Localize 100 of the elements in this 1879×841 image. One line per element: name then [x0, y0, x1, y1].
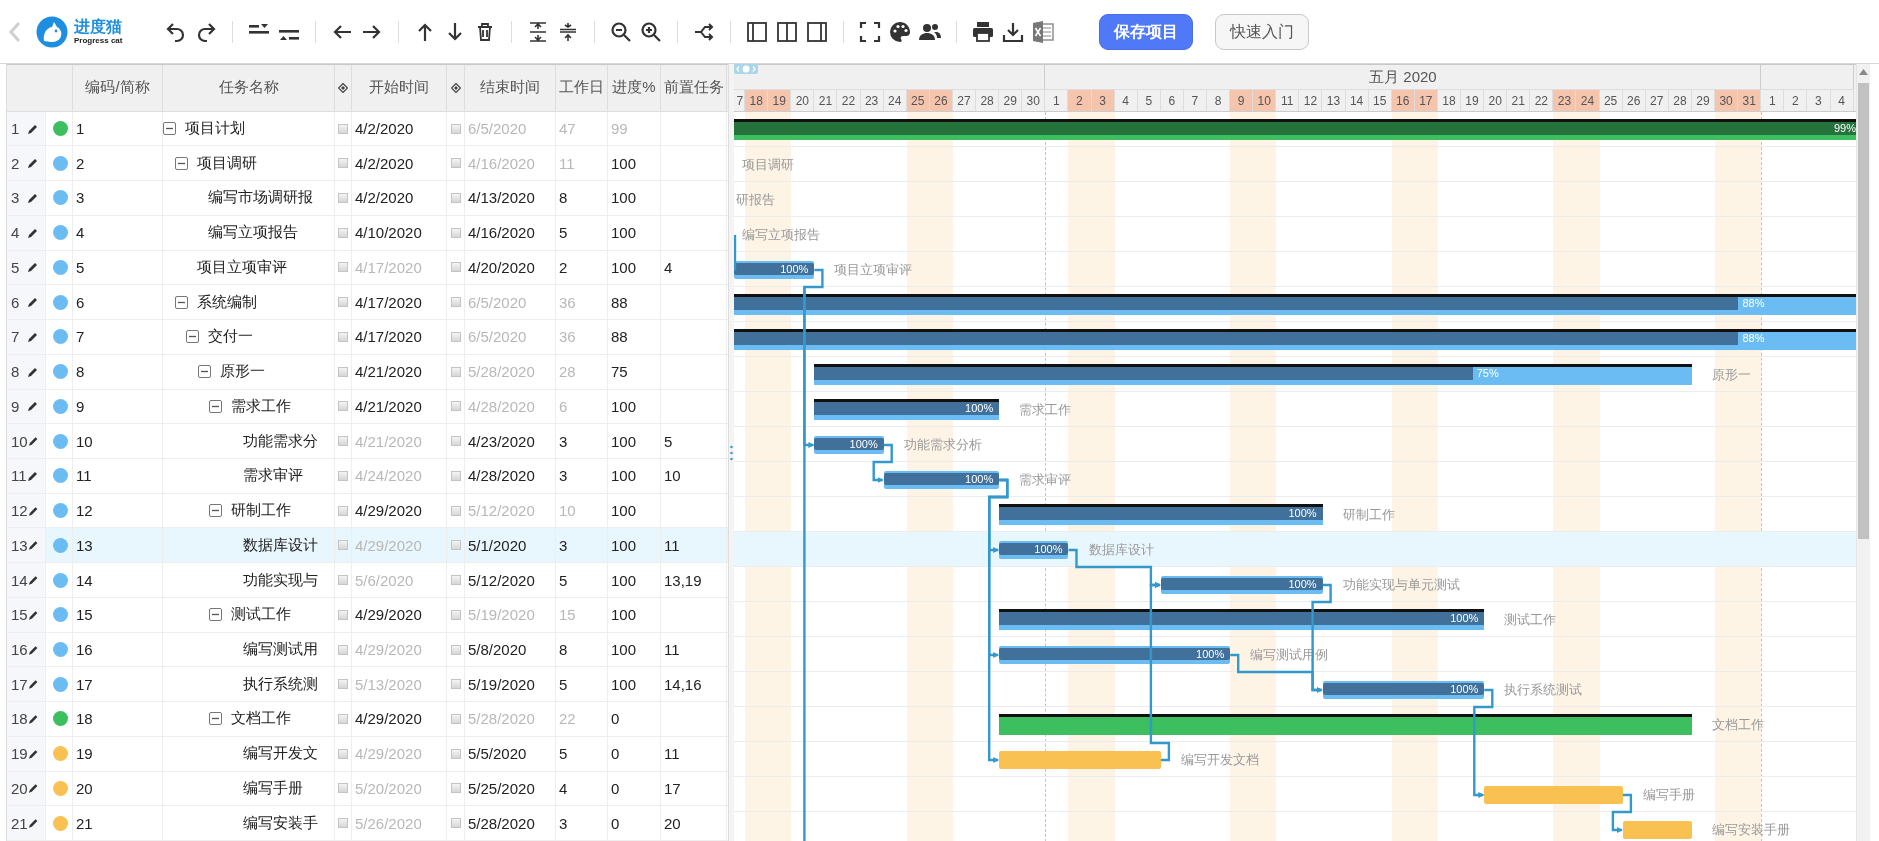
fullscreen-icon[interactable] [858, 19, 883, 44]
pencil-icon[interactable] [27, 435, 39, 448]
checkbox[interactable] [450, 436, 461, 447]
table-row[interactable]: 11 11 需求审评 4/24/2020 4/28/2020 3 100 10 [7, 459, 728, 494]
table-row[interactable]: 6 6 系统编制 4/17/2020 6/5/2020 36 88 [7, 285, 728, 321]
checkbox[interactable] [338, 297, 348, 308]
pencil-icon[interactable] [27, 365, 39, 378]
gantt-row[interactable]: 文档工作 [734, 707, 1856, 742]
checkbox[interactable] [450, 505, 461, 516]
summary-bar[interactable]: 100% [999, 504, 1323, 525]
checkbox[interactable] [450, 540, 461, 551]
minus-box-icon[interactable] [186, 330, 199, 344]
checkbox[interactable] [338, 123, 348, 134]
minus-box-icon[interactable] [209, 399, 222, 413]
gantt-row[interactable]: 编写开发文档 [734, 742, 1856, 777]
layout-right-panel-icon[interactable] [805, 19, 830, 44]
minus-box-icon[interactable] [163, 122, 176, 135]
table-row[interactable]: 5 5 项目立项审评 4/17/2020 4/20/2020 2 100 4 [7, 250, 728, 286]
pencil-icon[interactable] [27, 539, 39, 552]
gantt-row[interactable]: 99% [734, 112, 1856, 147]
column-header[interactable]: 前置任务 [663, 78, 724, 98]
scrollbar[interactable] [1856, 64, 1870, 841]
checkbox[interactable] [338, 575, 348, 586]
checkbox[interactable] [338, 262, 348, 273]
table-row[interactable]: 19 19 编写开发文 4/29/2020 5/5/2020 5 0 11 [7, 736, 728, 772]
minus-box-icon[interactable] [174, 156, 188, 170]
column-header[interactable]: 工作日 [559, 78, 604, 98]
table-row[interactable]: 15 15 测试工作 4/29/2020 5/19/2020 15 100 [7, 597, 728, 633]
checkbox[interactable] [450, 714, 461, 724]
gantt-row[interactable]: 100% 执行系统测试 [734, 672, 1856, 707]
column-header[interactable]: 任务名称 [218, 78, 279, 98]
minus-box-icon[interactable] [209, 712, 222, 726]
checkbox[interactable] [338, 192, 348, 203]
summary-bar[interactable] [999, 714, 1693, 735]
pencil-icon[interactable] [27, 782, 39, 795]
pencil-icon[interactable] [27, 678, 39, 691]
minus-box-icon[interactable] [174, 295, 188, 309]
checkbox[interactable] [338, 818, 348, 829]
checkbox[interactable] [338, 401, 348, 412]
task-bar[interactable]: 100% [999, 646, 1231, 664]
table-row[interactable]: 3 3 编写市场调研报 4/2/2020 4/13/2020 8 100 [7, 181, 728, 216]
table-row[interactable]: 16 16 编写测试用 4/29/2020 5/8/2020 8 100 11 [7, 632, 728, 668]
pencil-icon[interactable] [27, 157, 39, 170]
checkbox[interactable] [450, 331, 461, 342]
checkbox[interactable] [338, 158, 348, 169]
pencil-icon[interactable] [27, 504, 39, 517]
pencil-icon[interactable] [27, 469, 39, 482]
checkbox[interactable] [338, 644, 348, 655]
gantt-row[interactable]: 100% 项目立项审评 [734, 252, 1856, 287]
checkbox[interactable] [450, 783, 461, 794]
column-header[interactable]: 结束时间 [480, 78, 540, 98]
minus-box-icon[interactable] [197, 365, 211, 379]
pencil-icon[interactable] [27, 608, 39, 621]
palette-icon[interactable] [888, 19, 913, 44]
pencil-icon[interactable] [27, 261, 39, 274]
task-bar[interactable]: 100% [814, 436, 884, 454]
checkbox[interactable] [338, 470, 348, 481]
checkbox[interactable] [338, 714, 348, 724]
pencil-icon[interactable] [27, 191, 39, 204]
task-bar[interactable]: 100% [1160, 576, 1323, 594]
table-row[interactable]: 9 9 需求工作 4/21/2020 4/28/2020 6 100 [7, 389, 728, 425]
checkbox[interactable] [450, 470, 461, 481]
column-header[interactable]: 编码/简称 [85, 78, 150, 98]
spreadsheet-icon[interactable] [1031, 19, 1056, 44]
checkbox[interactable] [450, 679, 461, 690]
table-row[interactable]: 13 13 数据库设计 4/29/2020 5/1/2020 3 100 11 [7, 528, 728, 564]
diamond-icon[interactable] [450, 82, 461, 93]
layout-left-panel-icon[interactable] [745, 19, 770, 44]
checkbox[interactable] [338, 540, 348, 551]
task-bar[interactable]: 100% [734, 261, 815, 279]
table-row[interactable]: 8 8 原形一 4/21/2020 5/28/2020 28 75 [7, 354, 728, 390]
checkbox[interactable] [338, 366, 348, 377]
checkbox[interactable] [450, 401, 461, 412]
table-row[interactable]: 17 17 执行系统测 5/13/2020 5/19/2020 5 100 14,16 [7, 667, 728, 703]
checkbox[interactable] [450, 297, 461, 308]
pencil-icon[interactable] [27, 226, 39, 239]
checkbox[interactable] [450, 227, 461, 238]
gantt-row[interactable]: 编写手册 [734, 777, 1856, 812]
checkbox[interactable] [450, 644, 461, 655]
diamond-icon[interactable] [338, 82, 348, 93]
table-row[interactable]: 14 14 功能实现与 5/6/2020 5/12/2020 5 100 13,19 [7, 563, 728, 598]
table-row[interactable]: 1 1 项目计划 4/2/2020 6/5/2020 47 99 [7, 111, 728, 147]
scrollbar-thumb[interactable] [1858, 83, 1869, 539]
gantt-row[interactable]: 100% 数据库设计 [734, 532, 1856, 567]
pencil-icon[interactable] [27, 643, 39, 656]
checkbox[interactable] [338, 331, 348, 342]
checkbox[interactable] [338, 783, 348, 794]
summary-bar[interactable]: 99% [734, 119, 1856, 140]
pencil-icon[interactable] [27, 122, 39, 135]
table-row[interactable]: 18 18 文档工作 4/29/2020 5/28/2020 22 0 [7, 702, 728, 737]
pencil-icon[interactable] [27, 400, 39, 413]
checkbox[interactable] [450, 748, 461, 759]
grip-icon[interactable] [730, 444, 733, 461]
pencil-icon[interactable] [27, 574, 39, 587]
table-row[interactable]: 21 21 编写安装手 5/26/2020 5/28/2020 3 0 20 [7, 806, 728, 841]
gantt-row[interactable]: 100% 功能实现与单元测试 [734, 567, 1856, 602]
table-row[interactable]: 7 7 交付一 4/17/2020 6/5/2020 36 88 [7, 320, 728, 355]
save-button[interactable]: 保存项目 [1099, 13, 1194, 50]
checkbox[interactable] [450, 123, 461, 134]
gantt-row[interactable]: 100% 需求工作 [734, 392, 1856, 427]
